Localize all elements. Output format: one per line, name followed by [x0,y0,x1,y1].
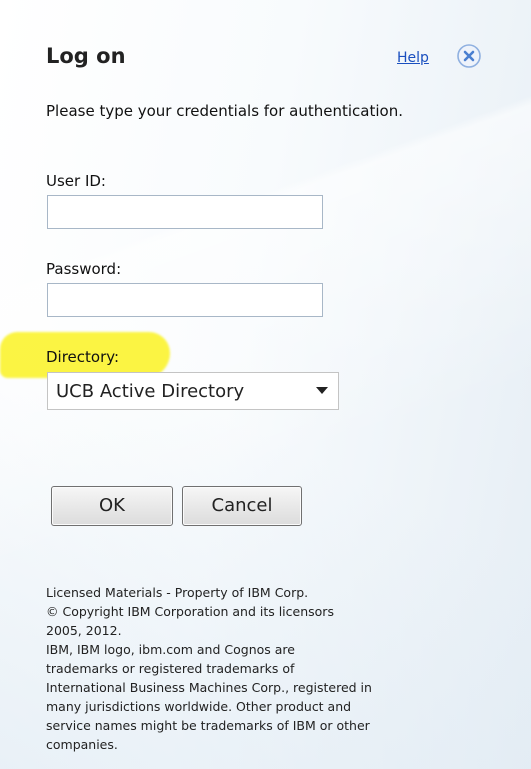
legal-line: companies. [46,737,118,752]
directory-selected-value: UCB Active Directory [56,381,245,402]
legal-line: trademarks or registered trademarks of [46,661,295,676]
legal-line: IBM, IBM logo, ibm.com and Cognos are [46,642,295,657]
legal-notice: Licensed Materials - Property of IBM Cor… [46,583,516,754]
password-input[interactable] [47,283,323,317]
dialog-title: Log on [46,44,126,68]
password-label: Password: [46,260,122,278]
legal-line: © Copyright IBM Corporation and its lice… [46,604,334,619]
legal-line: International Business Machines Corp., r… [46,680,372,695]
help-link[interactable]: Help [397,50,429,66]
close-button[interactable] [456,43,482,69]
legal-line: service names might be trademarks of IBM… [46,718,370,733]
chevron-down-icon [316,387,328,394]
legal-line: many jurisdictions worldwide. Other prod… [46,699,352,714]
directory-label: Directory: [46,348,120,366]
legal-line: Licensed Materials - Property of IBM Cor… [46,585,309,600]
cancel-button[interactable]: Cancel [182,486,302,526]
directory-select[interactable]: UCB Active Directory [47,372,339,410]
user-id-label: User ID: [46,172,106,190]
instructions-text: Please type your credentials for authent… [46,102,403,120]
legal-line: 2005, 2012. [46,623,122,638]
ok-button[interactable]: OK [51,486,173,526]
close-circle-icon [457,44,481,68]
user-id-input[interactable] [47,195,323,229]
